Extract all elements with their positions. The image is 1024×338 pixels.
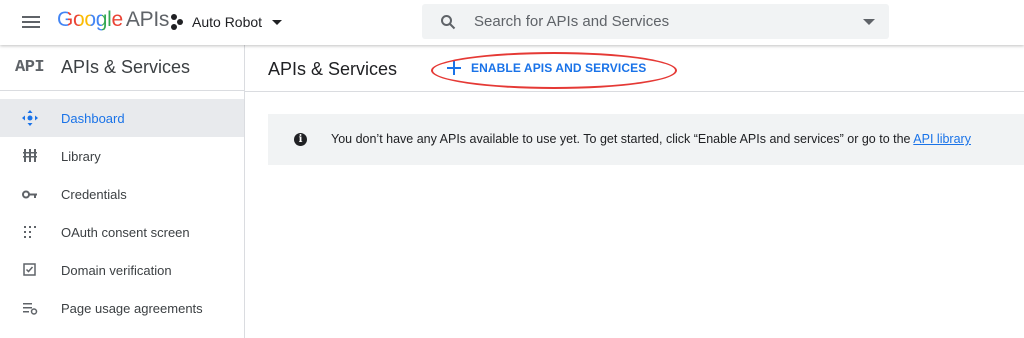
plus-icon — [447, 61, 461, 75]
sidebar-item-library[interactable]: Library — [0, 137, 244, 175]
page-title: APIs & Services — [268, 59, 398, 79]
api-icon: API — [15, 58, 45, 77]
sidebar-item-label: Library — [61, 148, 101, 164]
search-input[interactable] — [474, 4, 854, 39]
main-header: APIs & Services ENABLE APIS AND SERVICES — [245, 45, 1024, 92]
sidebar-item-domain-verification[interactable]: Domain verification — [0, 251, 244, 289]
logo-apis-text: APIs — [125, 8, 170, 31]
oauth-icon — [24, 226, 36, 238]
dashboard-icon — [22, 110, 38, 126]
info-icon: i — [294, 133, 307, 146]
google-apis-logo[interactable]: Google APIs — [57, 8, 169, 32]
notice-text: You don’t have any APIs available to use… — [331, 132, 971, 146]
search-icon — [441, 15, 456, 30]
sidebar-item-label: Credentials — [61, 186, 127, 202]
chevron-down-icon — [272, 19, 283, 25]
hamburger-menu-icon[interactable] — [20, 13, 42, 31]
project-icon — [170, 14, 186, 30]
sidebar-item-oauth-consent[interactable]: OAuth consent screen — [0, 213, 244, 251]
logo-google-text: Google — [57, 8, 123, 31]
sidebar-item-label: OAuth consent screen — [61, 224, 190, 240]
sidebar: API APIs & Services Dashboard Library Cr… — [0, 45, 245, 338]
api-library-link[interactable]: API library — [913, 132, 971, 146]
search-bar[interactable] — [422, 4, 889, 39]
sidebar-item-label: Domain verification — [61, 262, 172, 278]
key-icon — [22, 190, 37, 199]
sidebar-item-label: Page usage agreements — [61, 300, 203, 316]
project-name: Auto Robot — [192, 14, 263, 30]
info-notice: i You don’t have any APIs available to u… — [268, 114, 1024, 165]
enable-apis-label: ENABLE APIS AND SERVICES — [471, 61, 647, 75]
search-dropdown-icon[interactable] — [863, 19, 875, 25]
sidebar-item-label: Dashboard — [61, 110, 125, 126]
top-app-bar: Google APIs Auto Robot — [0, 0, 1024, 45]
sidebar-title: APIs & Services — [61, 57, 191, 77]
enable-apis-button[interactable]: ENABLE APIS AND SERVICES — [447, 58, 646, 78]
project-selector[interactable]: Auto Robot — [170, 9, 283, 35]
sidebar-item-dashboard[interactable]: Dashboard — [0, 99, 244, 137]
main-content: APIs & Services ENABLE APIS AND SERVICES… — [245, 45, 1024, 338]
notice-message: You don’t have any APIs available to use… — [331, 132, 914, 146]
library-icon — [23, 149, 37, 162]
sidebar-item-credentials[interactable]: Credentials — [0, 175, 244, 213]
sidebar-header: API APIs & Services — [0, 45, 244, 91]
checkbox-icon — [23, 263, 36, 276]
sidebar-item-page-usage-agreements[interactable]: Page usage agreements — [0, 289, 244, 327]
settings-list-icon — [23, 303, 38, 315]
